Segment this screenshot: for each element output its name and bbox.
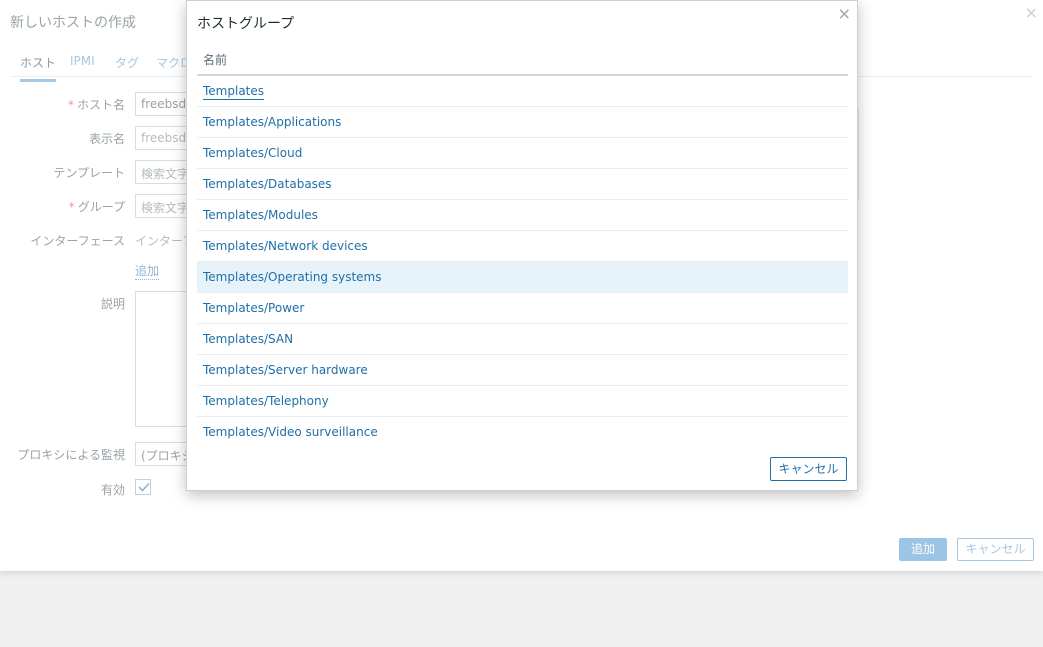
close-icon[interactable]: × [838, 4, 851, 23]
table-row: Templates/Operating systems [197, 262, 848, 293]
display-name-label: 表示名 [88, 132, 125, 146]
table-row: Templates/Applications [197, 107, 848, 138]
host-group-link[interactable]: Templates/Operating systems [203, 270, 382, 284]
host-group-link[interactable]: Templates/Applications [203, 115, 341, 129]
tab-host[interactable]: ホスト [20, 54, 57, 82]
table-row: Templates/Power [197, 293, 848, 324]
host-group-link[interactable]: Templates/Databases [203, 177, 332, 191]
table-row: Templates/Databases [197, 169, 848, 200]
description-label: 説明 [100, 297, 125, 311]
add-interface-link[interactable]: 追加 [135, 262, 160, 280]
enabled-checkbox[interactable] [135, 479, 151, 495]
table-row: Templates/Cloud [197, 138, 848, 169]
proxy-label: プロキシによる監視 [17, 448, 125, 462]
close-icon[interactable]: × [1025, 3, 1038, 22]
column-header-name[interactable]: 名前 [197, 45, 848, 76]
table-row: Templates [197, 76, 848, 107]
host-group-link[interactable]: Templates/Modules [203, 208, 318, 222]
tab-ipmi[interactable]: IPMI [70, 54, 95, 76]
table-row: Templates/SAN [197, 324, 848, 355]
host-group-link[interactable]: Templates [203, 84, 265, 100]
interfaces-label: インターフェース [30, 234, 125, 248]
host-group-link[interactable]: Templates/Telephony [203, 394, 329, 408]
host-group-link[interactable]: Templates/Power [203, 301, 304, 315]
table-row: Templates/Network devices [197, 231, 848, 262]
cancel-button[interactable]: キャンセル [957, 538, 1034, 561]
table-row: Templates/Server hardware [197, 355, 848, 386]
required-marker: * [68, 200, 75, 214]
popup-title: ホストグループ [197, 16, 295, 32]
host-group-link[interactable]: Templates/Cloud [203, 146, 302, 160]
tab-tags[interactable]: タグ [115, 54, 139, 79]
enabled-label: 有効 [100, 483, 125, 497]
host-group-link[interactable]: Templates/Network devices [203, 239, 368, 253]
check-icon [138, 482, 150, 492]
host-group-popup: ホストグループ × 名前 Templates Templates/Applicat… [186, 0, 858, 491]
host-group-link[interactable]: Templates/Server hardware [203, 363, 368, 377]
host-name-label: * ホスト名 [67, 98, 125, 112]
add-button[interactable]: 追加 [899, 538, 947, 561]
popup-cancel-button[interactable]: キャンセル [770, 457, 847, 481]
required-marker: * [67, 98, 74, 112]
host-group-link[interactable]: Templates/Video surveillance [203, 425, 378, 439]
host-group-link[interactable]: Templates/SAN [203, 332, 293, 346]
table-row: Templates/Telephony [197, 386, 848, 417]
host-group-table: 名前 Templates Templates/Applications Templa… [197, 45, 848, 448]
table-row: Templates/Video surveillance [197, 417, 848, 448]
groups-label: * グループ [68, 200, 125, 214]
table-row: Templates/Modules [197, 200, 848, 231]
templates-label: テンプレート [53, 166, 125, 180]
dialog-title: 新しいホストの作成 [10, 15, 136, 31]
